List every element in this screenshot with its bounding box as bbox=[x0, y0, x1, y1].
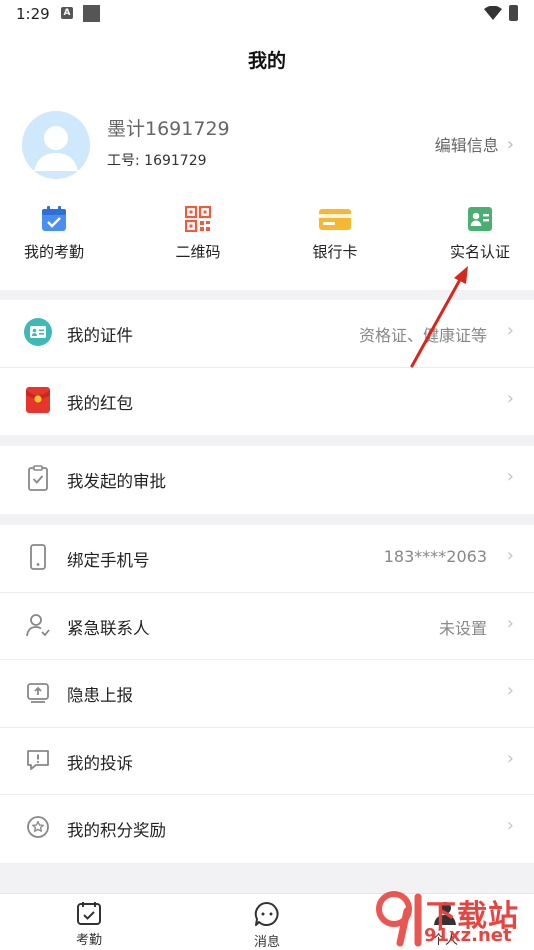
menu-item-label: 我的证件 bbox=[67, 326, 133, 345]
shortcut-my-attendance[interactable]: 我的考勤 bbox=[0, 206, 109, 262]
qr-code-icon bbox=[185, 206, 211, 232]
shortcut-label: 我的考勤 bbox=[23, 243, 84, 261]
watermark: 下载站 91xz.net bbox=[372, 885, 534, 950]
user-name: 墨计1691729 bbox=[107, 118, 230, 140]
menu-item-value: 未设置 bbox=[438, 618, 487, 638]
menu-group-approval: 我发起的审批 › bbox=[0, 446, 534, 514]
status-bar: 1:29 A bbox=[0, 0, 534, 28]
menu-item-my-approvals[interactable]: 我发起的审批 › bbox=[0, 446, 534, 514]
shortcut-bank-card[interactable]: 银行卡 bbox=[280, 206, 390, 262]
menu-item-label: 我的投诉 bbox=[67, 753, 133, 773]
shortcut-label: 银行卡 bbox=[312, 243, 358, 261]
phone-icon bbox=[30, 544, 46, 570]
page-title: 我的 bbox=[247, 50, 286, 72]
report-upload-icon bbox=[27, 683, 49, 703]
menu-item-my-complaints[interactable]: 我的投诉 › bbox=[0, 728, 534, 795]
shortcut-label: 二维码 bbox=[175, 243, 221, 261]
menu-item-label: 我的积分奖励 bbox=[67, 821, 166, 840]
chevron-right-icon: › bbox=[506, 747, 514, 769]
message-icon bbox=[254, 901, 279, 926]
calendar-check-icon bbox=[42, 206, 66, 231]
chevron-right-icon: › bbox=[506, 320, 514, 341]
menu-group-settings: 绑定手机号 183****2063 › 紧急联系人 未设置 › 隐患上报 › 我… bbox=[0, 525, 534, 863]
chevron-right-icon: › bbox=[506, 815, 514, 836]
shortcut-real-name-verification[interactable]: 实名认证 bbox=[425, 206, 534, 262]
employee-id: 工号: 1691729 bbox=[107, 153, 207, 169]
contact-icon bbox=[26, 613, 50, 636]
bank-card-icon bbox=[319, 209, 351, 230]
menu-item-emergency-contact[interactable]: 紧急联系人 未设置 › bbox=[0, 593, 534, 660]
menu-item-label: 紧急联系人 bbox=[67, 618, 150, 638]
menu-item-value: 183****2063 bbox=[383, 547, 487, 566]
annotation-arrow-icon bbox=[410, 266, 468, 368]
chevron-right-icon: › bbox=[506, 545, 514, 566]
notification-a-icon: A bbox=[61, 7, 73, 19]
menu-item-label: 我发起的审批 bbox=[67, 472, 166, 491]
attendance-icon bbox=[77, 902, 101, 925]
chevron-right-icon: › bbox=[506, 387, 514, 409]
shortcut-qr-code[interactable]: 二维码 bbox=[143, 206, 253, 262]
tab-messages[interactable]: 消息 bbox=[222, 900, 312, 950]
edit-info-label: 编辑信息 bbox=[434, 136, 499, 155]
edit-info-link[interactable]: 编辑信息 › bbox=[435, 132, 514, 156]
chevron-right-icon: › bbox=[506, 680, 514, 701]
notification-square-icon bbox=[83, 5, 100, 22]
watermark-logo-icon bbox=[376, 891, 422, 947]
battery-icon bbox=[509, 5, 518, 21]
status-time: 1:29 bbox=[16, 5, 50, 23]
profile-card: 墨计1691729 工号: 1691729 编辑信息 › 我的考勤 二维码 银行… bbox=[0, 90, 534, 290]
tab-label: 考勤 bbox=[75, 933, 102, 948]
shortcut-label: 实名认证 bbox=[449, 243, 510, 261]
menu-item-label: 隐患上报 bbox=[67, 686, 133, 705]
chevron-right-icon: › bbox=[506, 466, 514, 487]
menu-item-my-points-rewards[interactable]: 我的积分奖励 › bbox=[0, 795, 534, 863]
menu-item-label: 绑定手机号 bbox=[67, 551, 150, 570]
menu-item-bind-phone[interactable]: 绑定手机号 183****2063 › bbox=[0, 525, 534, 593]
tab-attendance[interactable]: 考勤 bbox=[44, 900, 134, 948]
red-envelope-icon bbox=[26, 386, 50, 413]
points-reward-icon bbox=[27, 816, 49, 838]
menu-item-label: 我的红包 bbox=[67, 393, 133, 413]
complaint-icon bbox=[27, 749, 49, 770]
chevron-right-icon: › bbox=[506, 612, 514, 634]
wifi-icon bbox=[484, 6, 502, 20]
id-card-icon bbox=[468, 207, 492, 231]
tab-label: 消息 bbox=[253, 935, 280, 950]
certificate-icon bbox=[24, 318, 52, 346]
avatar[interactable] bbox=[22, 111, 90, 179]
watermark-url: 91xz.net bbox=[424, 925, 512, 946]
page-header: 我的 bbox=[0, 28, 534, 90]
avatar-person-icon bbox=[22, 111, 90, 179]
clipboard-check-icon bbox=[28, 465, 48, 491]
menu-item-my-red-envelope[interactable]: 我的红包 › bbox=[0, 368, 534, 436]
menu-item-hazard-report[interactable]: 隐患上报 › bbox=[0, 660, 534, 728]
chevron-right-icon: › bbox=[506, 133, 514, 155]
